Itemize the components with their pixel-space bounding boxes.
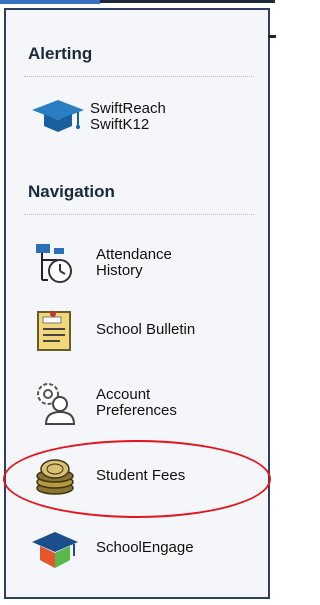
- alerting-heading: Alerting: [28, 44, 93, 63]
- red-highlight-ellipse: [3, 440, 271, 518]
- account-gear-icon: [30, 378, 80, 428]
- navigation-heading: Navigation: [28, 182, 115, 201]
- graduation-cap-icon: [30, 92, 84, 142]
- menu-item-school-bulletin[interactable]: School Bulletin: [24, 306, 264, 356]
- menu-item-attendance-history[interactable]: Attendance History: [24, 238, 264, 288]
- menu-item-schoolengage[interactable]: SchoolEngage: [24, 524, 264, 574]
- menu-item-label: SchoolEngage: [96, 539, 194, 556]
- menu-item-label: Attendance History: [96, 246, 172, 279]
- schoolengage-cap-icon: [30, 524, 80, 574]
- attendance-clock-icon: [30, 238, 80, 288]
- alerting-separator: [24, 76, 254, 77]
- menu-pointer: [268, 35, 276, 38]
- menu-item-swiftreach[interactable]: SwiftReach SwiftK12: [24, 92, 264, 142]
- menu-item-account-preferences[interactable]: Account Preferences: [24, 378, 264, 428]
- navigation-separator: [24, 214, 254, 215]
- bulletin-icon: [30, 306, 80, 356]
- top-border: [100, 0, 275, 3]
- menu-item-label: SwiftReach SwiftK12: [90, 100, 166, 133]
- menu-item-label: Account Preferences: [96, 386, 177, 419]
- menu-item-label: School Bulletin: [96, 321, 196, 338]
- active-tab-indicator: [0, 0, 100, 4]
